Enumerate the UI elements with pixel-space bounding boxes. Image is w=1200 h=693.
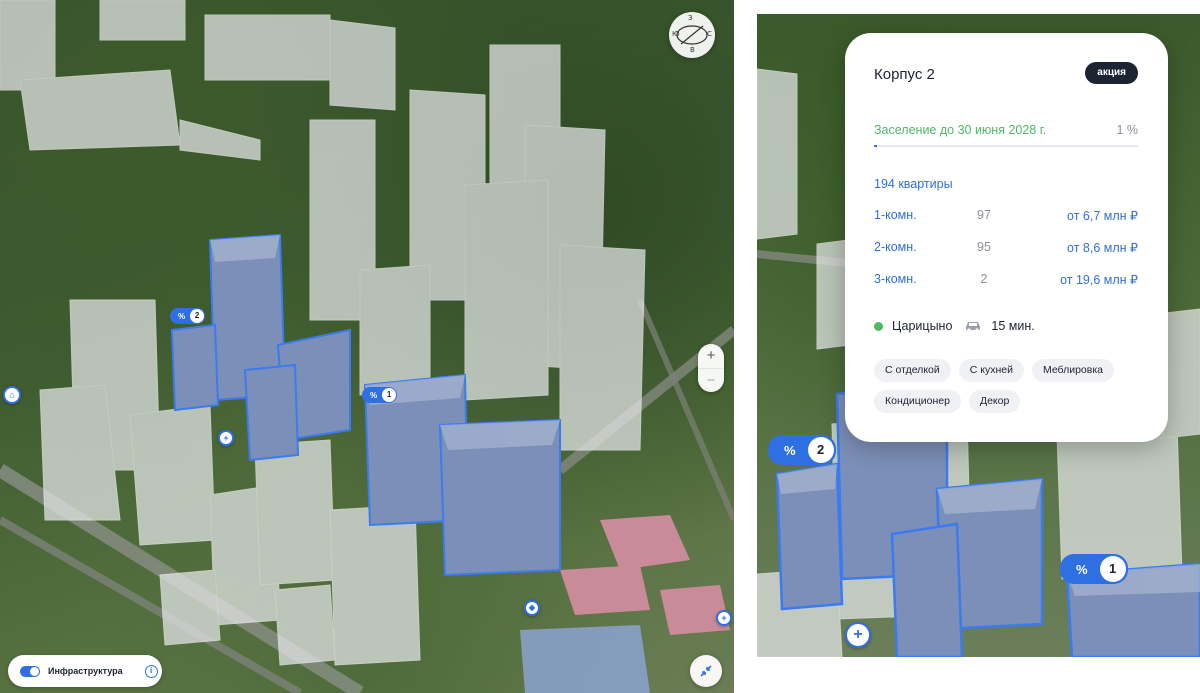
building-info-card: Корпус 2 акция Заселение до 30 июня 2028… xyxy=(845,33,1168,442)
building-badge-2-large[interactable]: % 2 xyxy=(768,435,836,465)
apartment-rooms: 1-комн. xyxy=(874,208,917,222)
infrastructure-toggle[interactable]: Инфраструктура i xyxy=(8,655,162,687)
apartment-rooms: 2-комн. xyxy=(874,240,917,254)
screenshot-composite: З С Ю В + − % 2 % 1 ⌂ + ◆ + Инфраструкту… xyxy=(0,0,1200,693)
building-number: 1 xyxy=(1099,556,1126,582)
metro-station: Царицыно xyxy=(892,319,953,333)
zoom-control: + − xyxy=(698,344,724,392)
card-title: Корпус 2 xyxy=(874,66,935,83)
poi-medical-icon[interactable]: + xyxy=(716,610,732,626)
construction-progress-percent: 1 % xyxy=(1116,123,1138,137)
poi-medical-icon[interactable]: + xyxy=(845,622,871,648)
zoom-in-button[interactable]: + xyxy=(698,344,724,368)
metro-info: Царицыно 15 мин. xyxy=(874,319,1035,333)
apartment-count: 2 xyxy=(980,272,988,286)
discount-label: % xyxy=(178,311,186,321)
apartment-row-2-room[interactable]: 2-комн. 95 от 8,6 млн ₽ xyxy=(874,240,1138,258)
building-badge-1-large[interactable]: % 1 xyxy=(1060,554,1128,584)
apartment-row-3-room[interactable]: 3-комн. 2 от 19,6 млн ₽ xyxy=(874,272,1138,290)
aerial-map-left[interactable]: З С Ю В + − % 2 % 1 ⌂ + ◆ + Инфраструкту… xyxy=(0,0,734,693)
poi-education-icon[interactable]: ◆ xyxy=(524,600,540,616)
building-number: 1 xyxy=(382,388,397,402)
feature-tags: С отделкой С кухней Меблировка Кондицион… xyxy=(874,359,1148,413)
apartments-total-link[interactable]: 194 квартиры xyxy=(874,177,953,191)
building-number: 2 xyxy=(807,437,834,463)
tag-finishing[interactable]: С отделкой xyxy=(874,359,951,382)
compass-letter-w: З xyxy=(688,14,693,22)
compass-widget[interactable]: З С Ю В xyxy=(669,12,715,58)
infrastructure-label: Инфраструктура xyxy=(48,666,123,676)
compass-letter-n: С xyxy=(707,30,712,38)
building-badge-2[interactable]: % 2 xyxy=(170,308,206,324)
fullscreen-collapse-button[interactable] xyxy=(690,655,722,687)
car-icon xyxy=(966,322,981,332)
apartment-count: 95 xyxy=(977,240,991,254)
metro-line-icon xyxy=(874,321,883,331)
tag-decor[interactable]: Декор xyxy=(968,390,1021,413)
map-scene-left xyxy=(0,0,734,693)
settlement-date: Заселение до 30 июня 2028 г. xyxy=(874,123,1047,137)
tag-furniture[interactable]: Меблировка xyxy=(1031,359,1114,382)
apartment-price: от 6,7 млн ₽ xyxy=(1067,209,1138,223)
collapse-arrows-icon xyxy=(700,665,712,677)
apartment-count: 97 xyxy=(977,208,991,222)
poi-medical-icon[interactable]: + xyxy=(218,430,234,446)
apartment-price: от 19,6 млн ₽ xyxy=(1060,273,1138,287)
construction-progress-bar xyxy=(874,145,1138,147)
discount-label: % xyxy=(1076,561,1088,577)
poi-school-icon[interactable]: ⌂ xyxy=(3,386,21,404)
tag-air-conditioner[interactable]: Кондиционер xyxy=(874,390,961,413)
discount-label: % xyxy=(370,390,378,400)
building-number: 2 xyxy=(190,309,205,323)
compass-letter-s: Ю xyxy=(672,30,680,38)
info-icon[interactable]: i xyxy=(144,664,158,678)
promo-badge[interactable]: акция xyxy=(1085,62,1138,84)
tag-kitchen[interactable]: С кухней xyxy=(958,359,1024,382)
compass-letter-e: В xyxy=(690,46,695,54)
travel-time: 15 мин. xyxy=(991,319,1035,333)
apartment-row-1-room[interactable]: 1-комн. 97 от 6,7 млн ₽ xyxy=(874,208,1138,226)
apartment-rooms: 3-комн. xyxy=(874,272,917,286)
building-badge-1[interactable]: % 1 xyxy=(362,387,398,403)
infrastructure-switch[interactable] xyxy=(20,665,40,677)
apartment-price: от 8,6 млн ₽ xyxy=(1067,241,1138,255)
zoom-out-button[interactable]: − xyxy=(698,368,724,392)
discount-label: % xyxy=(784,442,796,458)
progress-bar-fill xyxy=(874,145,877,147)
